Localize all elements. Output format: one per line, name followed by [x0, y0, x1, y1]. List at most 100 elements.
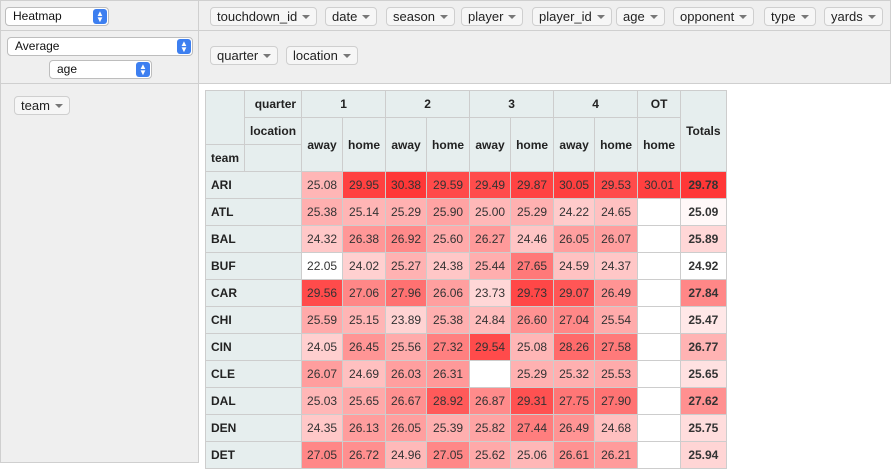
table-cell — [637, 441, 682, 469]
table-row: DAL 25.03 25.65 26.67 28.92 26.87 29.31 27.75 27… — [204, 387, 727, 415]
table-cell: 29.31 — [510, 387, 555, 415]
table-cell: 26.87 — [469, 387, 512, 415]
table-cell: 24.35 — [301, 414, 344, 442]
table-cell: 26.45 — [342, 333, 387, 361]
attribute-pill-yards[interactable]: yards — [824, 7, 883, 26]
table-cell: 25.54 — [594, 306, 639, 334]
attribute-pill-player-label: player — [468, 9, 504, 24]
table-cell: 29.49 — [469, 171, 512, 199]
col-attribute-pill-location[interactable]: location — [286, 46, 358, 65]
quarter-header: 2 — [385, 90, 471, 118]
unused-attributes-panel: touchdown_id date season player player_id age… — [198, 0, 891, 31]
col-attribute-pill-location-label: location — [293, 48, 338, 63]
table-cell: 26.72 — [342, 441, 387, 469]
col-attribute-pill-quarter[interactable]: quarter — [210, 46, 279, 65]
table-cell: 26.92 — [385, 225, 428, 253]
attribute-pill-type[interactable]: type — [764, 7, 816, 26]
table-cell: 24.46 — [510, 225, 555, 253]
dropdown-caret-icon[interactable] — [362, 15, 371, 19]
table-cell: 24.84 — [469, 306, 512, 334]
quarter-header: 3 — [469, 90, 555, 118]
table-cell: 25.06 — [510, 441, 555, 469]
table-cell: 27.65 — [510, 252, 555, 280]
table-cell: 30.01 — [637, 171, 682, 199]
table-cell: 25.65 — [342, 387, 387, 415]
table-cell: 25.39 — [426, 414, 471, 442]
renderer-panel: Heatmap ▲ ▼ — [0, 0, 199, 31]
table-cell: 26.49 — [553, 414, 596, 442]
table-cell: 25.38 — [426, 306, 471, 334]
col-attribute-pill-quarter-label: quarter — [217, 48, 259, 63]
table-cell: 25.62 — [469, 441, 512, 469]
dropdown-caret-icon[interactable] — [508, 15, 517, 19]
attribute-pill-opponent[interactable]: opponent — [673, 7, 755, 26]
aggregator-select-value: Average — [15, 39, 60, 53]
row-attribute-pill-team[interactable]: team — [14, 96, 70, 115]
attribute-pill-date[interactable]: date — [325, 7, 378, 26]
table-cell: 27.75 — [553, 387, 596, 415]
table-cell: 29.07 — [553, 279, 596, 307]
table-cell: 26.06 — [426, 279, 471, 307]
table-cell: 24.96 — [385, 441, 428, 469]
row-total-cell: 29.78 — [680, 171, 727, 199]
table-cell: 27.05 — [426, 441, 471, 469]
attribute-pill-player[interactable]: player — [461, 7, 524, 26]
dropdown-caret-icon[interactable] — [596, 15, 605, 19]
pivot-output: quarter 1 2 3 4 OT Totals location away home away h… — [198, 83, 891, 469]
row-header-team: BAL — [204, 225, 303, 253]
table-cell: 24.59 — [553, 252, 596, 280]
dropdown-caret-icon[interactable] — [800, 15, 809, 19]
table-row: ARI 25.08 29.95 30.38 29.59 29.49 29.87 30.05 29… — [204, 171, 727, 199]
aggregator-select[interactable]: Average ▲ ▼ — [7, 37, 193, 56]
table-cell: 25.29 — [510, 198, 555, 226]
row-total-cell: 27.84 — [680, 279, 727, 307]
table-cell — [637, 360, 682, 388]
table-cell: 25.29 — [510, 360, 555, 388]
location-header: away — [553, 117, 596, 172]
dropdown-caret-icon[interactable] — [263, 54, 272, 58]
select-arrows-icon: ▲ ▼ — [177, 39, 191, 54]
location-header: away — [385, 117, 428, 172]
attribute-pill-touchdown-id[interactable]: touchdown_id — [210, 7, 318, 26]
pivot-table: quarter 1 2 3 4 OT Totals location away home away h… — [204, 90, 727, 469]
row-total-cell: 25.65 — [680, 360, 727, 388]
attribute-pill-season[interactable]: season — [386, 7, 455, 26]
table-cell: 28.92 — [426, 387, 471, 415]
attribute-pill-player-id[interactable]: player_id — [532, 7, 612, 26]
table-cell: 25.15 — [342, 306, 387, 334]
row-header-team: CLE — [204, 360, 303, 388]
table-cell: 25.82 — [469, 414, 512, 442]
dropdown-caret-icon[interactable] — [439, 15, 448, 19]
dropdown-caret-icon[interactable] — [867, 15, 876, 19]
location-header: home — [426, 117, 471, 172]
dropdown-caret-icon[interactable] — [302, 15, 311, 19]
table-row: BUF 22.05 24.02 25.27 24.38 25.44 27.65 24.59 24… — [204, 252, 727, 280]
dropdown-caret-icon[interactable] — [342, 54, 351, 58]
table-cell: 24.37 — [594, 252, 639, 280]
aggregator-attribute-select[interactable]: age ▲ ▼ — [49, 60, 152, 79]
table-cell: 29.53 — [594, 171, 639, 199]
dropdown-caret-icon[interactable] — [739, 15, 748, 19]
table-cell: 27.32 — [426, 333, 471, 361]
table-row: CAR 29.56 27.06 27.96 26.06 23.73 29.73 29.07 26… — [204, 279, 727, 307]
table-row: CIN 24.05 26.45 25.56 27.32 29.54 25.08 28.26 27… — [204, 333, 727, 361]
row-total-cell: 25.94 — [680, 441, 727, 469]
table-cell: 22.05 — [301, 252, 344, 280]
table-cell — [637, 252, 682, 280]
table-cell: 26.27 — [469, 225, 512, 253]
dropdown-caret-icon[interactable] — [649, 15, 658, 19]
table-cell: 29.73 — [510, 279, 555, 307]
table-cell: 25.44 — [469, 252, 512, 280]
dropdown-caret-icon[interactable] — [54, 104, 63, 108]
table-cell: 24.02 — [342, 252, 387, 280]
table-cell: 27.96 — [385, 279, 428, 307]
renderer-select[interactable]: Heatmap ▲ ▼ — [5, 7, 109, 26]
attribute-pill-age[interactable]: age — [616, 7, 665, 26]
row-header-team: CAR — [204, 279, 303, 307]
table-cell: 25.59 — [301, 306, 344, 334]
attribute-pill-season-label: season — [393, 9, 435, 24]
column-attributes-panel: quarter location — [198, 30, 891, 84]
table-cell — [637, 279, 682, 307]
table-cell: 24.38 — [426, 252, 471, 280]
row-header-team: DEN — [204, 414, 303, 442]
